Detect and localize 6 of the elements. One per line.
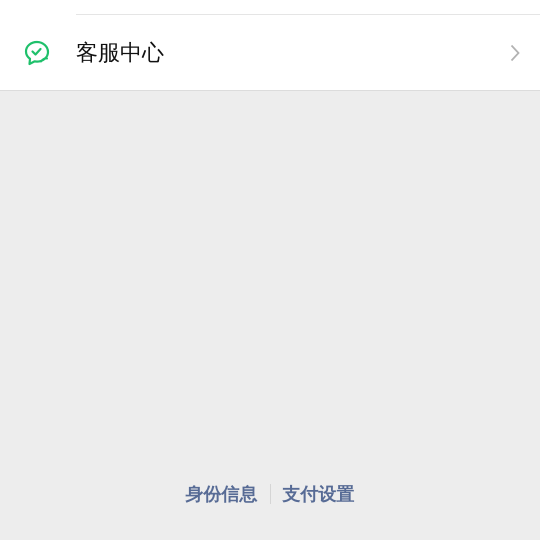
chevron-right-icon: [510, 44, 520, 62]
footer-link[interactable]: 支付设置: [282, 482, 354, 506]
menu-label: 客服中心: [76, 40, 165, 68]
menu-row[interactable]: 客服中心: [0, 15, 540, 90]
footer-link[interactable]: 身份信息: [186, 482, 258, 506]
chat-check-icon: [23, 38, 51, 66]
